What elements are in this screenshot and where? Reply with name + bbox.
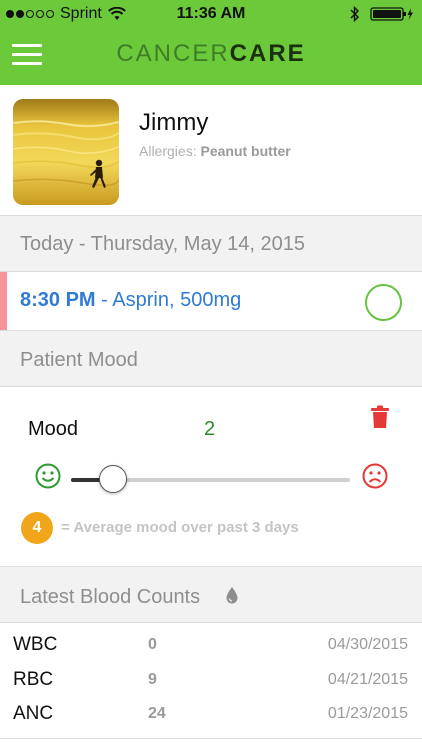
blood-count-date: 04/30/2015: [327, 636, 408, 653]
mood-value: 2: [204, 418, 216, 440]
medication-name: Asprin, 500mg: [112, 289, 242, 311]
beach-photo: [13, 99, 119, 205]
medication-separator: -: [95, 289, 113, 311]
blood-drop-icon: [226, 587, 238, 604]
sad-face-icon[interactable]: [362, 463, 388, 489]
blood-count-row[interactable]: RBC 9 04/21/2015: [0, 665, 422, 699]
mood-label: Mood: [28, 418, 79, 440]
blood-count-value: 24: [148, 705, 166, 722]
average-mood-text: = Average mood over past 3 days: [61, 519, 299, 536]
medication-check-button[interactable]: [365, 284, 402, 321]
medication-text: 8:30 PM - Asprin, 500mg: [20, 289, 241, 312]
mood-slider-thumb[interactable]: [98, 465, 127, 493]
list-divider: [0, 738, 422, 739]
blood-counts-title: Latest Blood Counts: [20, 586, 201, 608]
nav-bar: CANCERCARE: [0, 30, 422, 85]
blood-count-date: 04/21/2015: [327, 671, 408, 688]
allergies-label: Allergies:: [139, 143, 197, 159]
bluetooth-icon: [350, 6, 359, 22]
blood-count-date: 01/23/2015: [327, 705, 408, 722]
trash-icon[interactable]: [369, 405, 391, 429]
blood-counts-header: Latest Blood Counts: [0, 567, 422, 623]
mood-section-title: Patient Mood: [20, 349, 138, 371]
brand-part-1: CANCER: [116, 40, 230, 67]
today-date: Today - Thursday, May 14, 2015: [20, 233, 305, 255]
brand-part-2: CARE: [229, 40, 306, 67]
medication-row[interactable]: 8:30 PM - Asprin, 500mg: [0, 272, 422, 331]
blood-count-value: 9: [148, 671, 157, 688]
mood-section-header: Patient Mood: [0, 331, 422, 387]
patient-profile: Jimmy Allergies: Peanut butter: [0, 85, 422, 216]
blood-count-row[interactable]: ANC 24 01/23/2015: [0, 699, 422, 733]
blood-count-name: WBC: [13, 634, 58, 655]
medication-accent-bar: [0, 272, 7, 330]
app-logo: CANCERCARE: [0, 40, 422, 68]
battery-icon: [370, 7, 413, 21]
today-header: Today - Thursday, May 14, 2015: [0, 216, 422, 272]
happy-face-icon[interactable]: [35, 463, 61, 489]
status-bar: Sprint 11:36 AM: [0, 0, 422, 30]
patient-name: Jimmy: [139, 109, 209, 136]
blood-count-name: RBC: [13, 669, 54, 690]
blood-count-value: 0: [148, 636, 157, 653]
blood-count-row[interactable]: WBC 0 04/30/2015: [0, 630, 422, 664]
patient-photo[interactable]: [13, 99, 119, 205]
medication-time: 8:30 PM: [20, 289, 96, 311]
mood-card: [0, 387, 422, 567]
average-mood-badge: 4: [21, 512, 53, 544]
blood-count-name: ANC: [13, 703, 54, 724]
allergies: Allergies: Peanut butter: [139, 143, 291, 159]
allergies-value: Peanut butter: [200, 143, 291, 159]
